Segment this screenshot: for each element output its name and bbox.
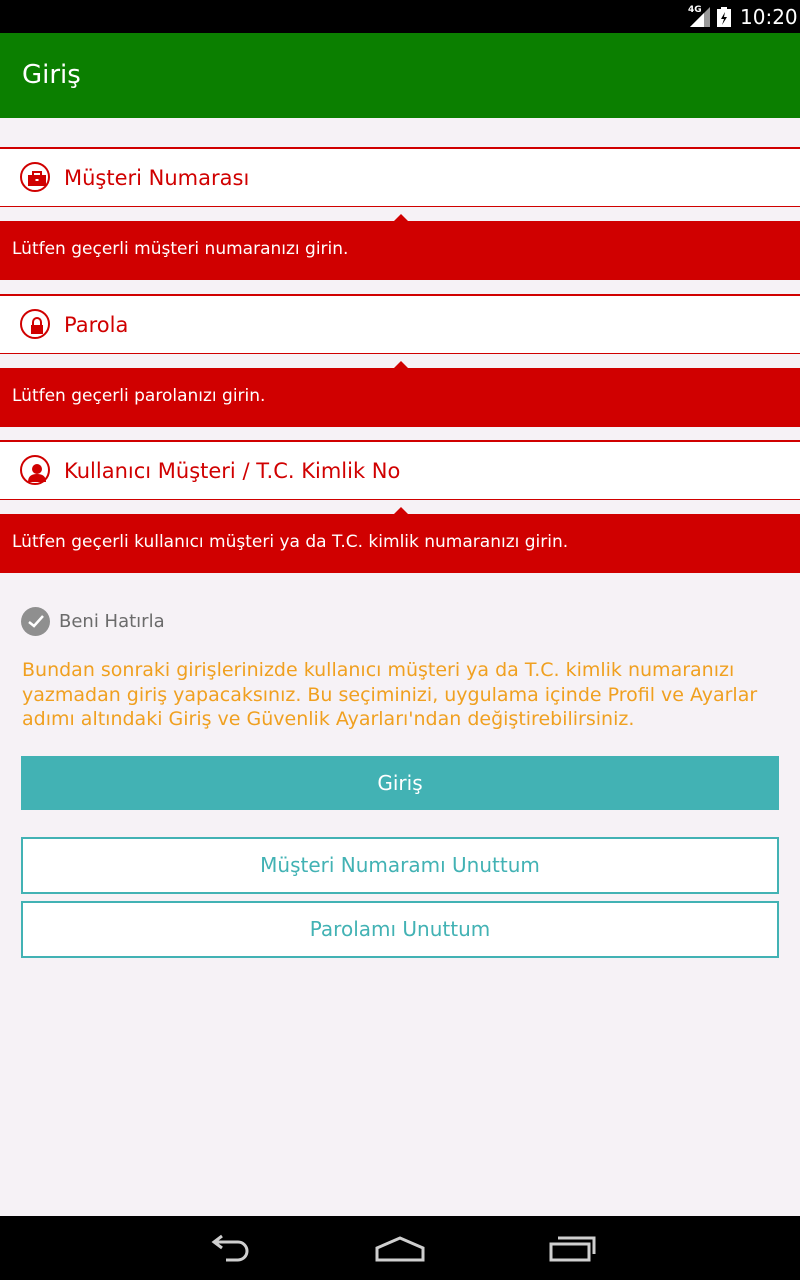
user-id-error-text: Lütfen geçerli kullanıcı müşteri ya da T…	[12, 532, 569, 552]
password-error: Lütfen geçerli parolanızı girin.	[0, 361, 800, 427]
clock: 10:20	[740, 5, 798, 29]
app-bar: Giriş	[0, 33, 800, 118]
user-id-label: Kullanıcı Müşteri / T.C. Kimlik No	[64, 459, 401, 483]
remember-me-label: Beni Hatırla	[59, 611, 165, 632]
remember-info-text: Bundan sonraki girişlerinizde kullanıcı …	[22, 659, 758, 730]
login-button[interactable]: Giriş	[21, 756, 779, 810]
person-icon	[20, 455, 50, 485]
customer-number-field[interactable]: Müşteri Numarası	[0, 147, 800, 207]
lock-icon	[20, 309, 50, 339]
customer-number-error: Lütfen geçerli müşteri numaranızı girin.	[0, 214, 800, 280]
user-id-error: Lütfen geçerli kullanıcı müşteri ya da T…	[0, 507, 800, 573]
home-icon[interactable]	[374, 1234, 426, 1262]
error-caret	[394, 214, 408, 221]
page-title: Giriş	[22, 60, 81, 90]
recent-apps-icon[interactable]	[548, 1234, 596, 1262]
briefcase-icon	[20, 162, 50, 192]
signal-icon	[690, 7, 710, 27]
password-field[interactable]: Parola	[0, 294, 800, 354]
user-id-field[interactable]: Kullanıcı Müşteri / T.C. Kimlik No	[0, 440, 800, 500]
error-caret	[394, 361, 408, 368]
forgot-customer-number-button[interactable]: Müşteri Numaramı Unuttum	[21, 837, 779, 894]
remember-me-toggle[interactable]: Beni Hatırla	[21, 607, 221, 637]
back-icon[interactable]	[206, 1234, 254, 1262]
forgot-password-button[interactable]: Parolamı Unuttum	[21, 901, 779, 958]
password-label: Parola	[64, 313, 129, 337]
password-error-text: Lütfen geçerli parolanızı girin.	[12, 386, 266, 406]
customer-number-error-text: Lütfen geçerli müşteri numaranızı girin.	[12, 239, 349, 259]
error-caret	[394, 507, 408, 514]
checkmark-icon[interactable]	[21, 607, 50, 636]
status-bar: 4G 10:20	[0, 0, 800, 33]
customer-number-label: Müşteri Numarası	[64, 166, 250, 190]
battery-icon	[717, 7, 731, 27]
navigation-bar	[0, 1216, 800, 1280]
